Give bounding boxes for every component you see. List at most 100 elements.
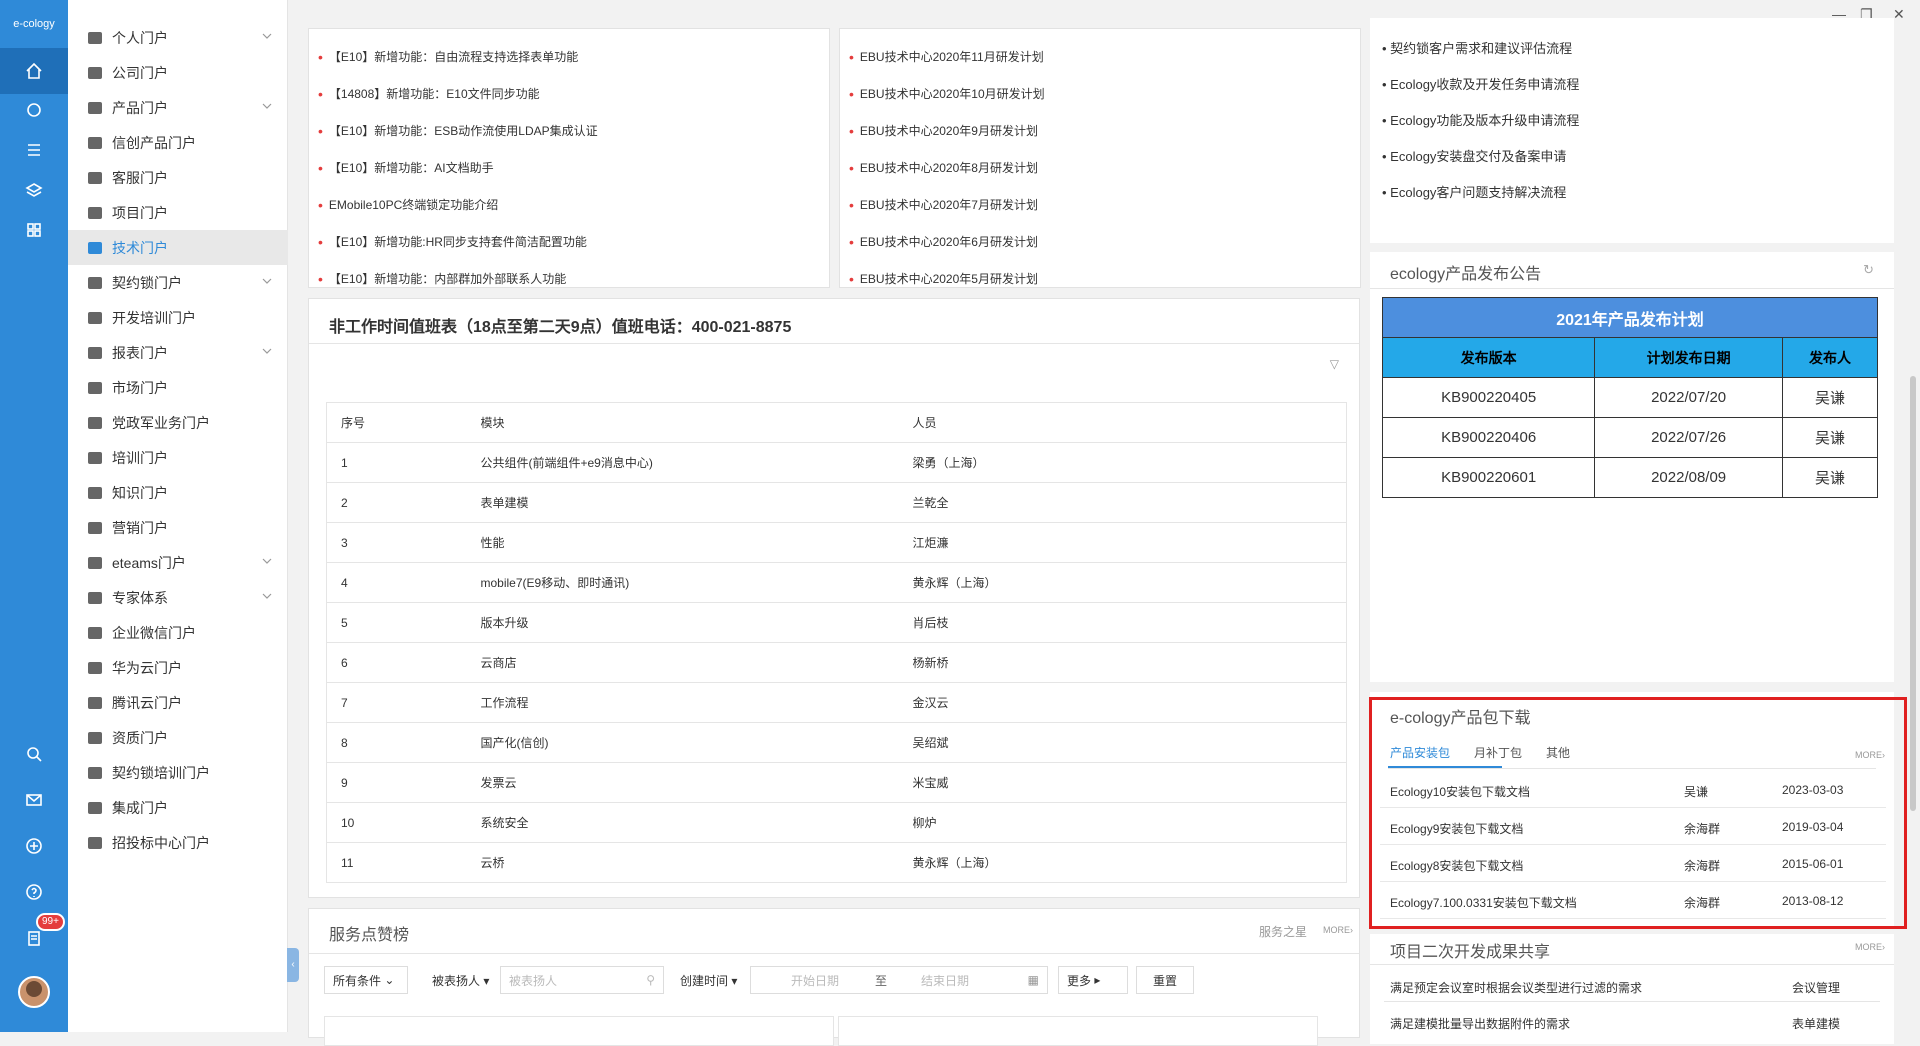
- all-conditions-select[interactable]: 所有条件 ⌄: [324, 966, 408, 994]
- menu-item[interactable]: 党政军业务门户: [68, 405, 288, 440]
- share-more-link[interactable]: MORE›: [1855, 942, 1885, 952]
- menu-item[interactable]: 契约锁门户: [68, 265, 288, 300]
- page-scrollbar[interactable]: [1910, 376, 1916, 811]
- collapse-sidebar-button[interactable]: ‹: [287, 948, 299, 982]
- table-cell: 7: [326, 682, 467, 723]
- menu-item-icon: [88, 836, 102, 849]
- menu-item[interactable]: 培训门户: [68, 440, 288, 475]
- news-item[interactable]: • EBU技术中心2020年8月研发计划: [849, 149, 1309, 186]
- mail-icon[interactable]: [0, 777, 68, 823]
- menu-item[interactable]: 招投标中心门户: [68, 825, 288, 860]
- menu-item[interactable]: 客服门户: [68, 160, 288, 195]
- menu-item[interactable]: 项目门户: [68, 195, 288, 230]
- process-label: Ecology功能及版本升级申请流程: [1390, 113, 1580, 128]
- menu-item[interactable]: 报表门户: [68, 335, 288, 370]
- menu-item[interactable]: 信创产品门户: [68, 125, 288, 160]
- add-icon[interactable]: [0, 823, 68, 869]
- created-time-label: 创建时间 ▾: [680, 974, 738, 988]
- bullet-icon: •: [849, 159, 854, 176]
- menu-item[interactable]: 开发培训门户: [68, 300, 288, 335]
- share-item[interactable]: 满足预定会议室时根据会议类型进行过滤的需求: [1390, 979, 1642, 996]
- menu-item[interactable]: eteams门户: [68, 545, 288, 580]
- table-row: KB900220405 2022/07/20 吴谦: [1381, 377, 1878, 418]
- date-range-input[interactable]: 开始日期 至 结束日期 ▦: [750, 966, 1048, 994]
- share-item-category: 会议管理: [1792, 981, 1841, 995]
- table-row[interactable]: 4 mobile7(E9移动、即时通讯) 黄永辉（上海）: [326, 562, 1347, 603]
- chevron-down-icon[interactable]: [260, 274, 274, 288]
- menu-item[interactable]: 企业微信门户: [68, 615, 288, 650]
- chevron-down-icon[interactable]: [260, 554, 274, 568]
- release-table: 2021年产品发布计划 发布版本 计划发布日期 发布人 KB900220405 2…: [1381, 297, 1878, 498]
- news-item-title: EBU技术中心2020年9月研发计划: [859, 124, 1038, 138]
- menu-item[interactable]: 专家体系: [68, 580, 288, 615]
- table-row: KB900220601 2022/08/09 吴谦: [1381, 457, 1878, 498]
- menu-item[interactable]: 契约锁培训门户: [68, 755, 288, 790]
- refresh-icon[interactable]: ↻: [1863, 262, 1874, 278]
- close-icon[interactable]: ✕: [1893, 6, 1905, 23]
- table-row[interactable]: 10 系统安全 柳炉: [326, 802, 1347, 843]
- chevron-down-icon[interactable]: [260, 29, 274, 43]
- menu-item[interactable]: 资质门户: [68, 720, 288, 755]
- news-item[interactable]: • 【14808】新增功能：E10文件同步功能: [318, 75, 818, 112]
- table-row[interactable]: 11 云桥 黄永辉（上海）: [326, 842, 1347, 883]
- table-row[interactable]: 3 性能 江炬濂: [326, 522, 1347, 563]
- process-link[interactable]: • Ecology安装盘交付及备案申请: [1382, 146, 1566, 165]
- menu-item[interactable]: 公司门户: [68, 55, 288, 90]
- menu-item[interactable]: 市场门户: [68, 370, 288, 405]
- process-link[interactable]: • Ecology功能及版本升级申请流程: [1382, 110, 1579, 129]
- chevron-down-icon[interactable]: [260, 589, 274, 603]
- table-row[interactable]: 1 公共组件(前端组件+e9消息中心) 梁勇（上海）: [326, 442, 1347, 483]
- news-item[interactable]: • 【E10】新增功能：内部群加外部联系人功能: [318, 260, 818, 297]
- news-item[interactable]: • 【E10】新增功能：ESB动作流使用LDAP集成认证: [318, 112, 818, 149]
- news-item[interactable]: • EMobile10PC终端锁定功能介绍: [318, 186, 818, 223]
- menu-item-icon: [88, 731, 102, 744]
- menu-item[interactable]: 华为云门户: [68, 650, 288, 685]
- news-item[interactable]: • EBU技术中心2020年6月研发计划: [849, 223, 1309, 260]
- menu-item[interactable]: 集成门户: [68, 790, 288, 825]
- table-row[interactable]: 2 表单建模 兰乾全: [326, 482, 1347, 523]
- news-item[interactable]: • EBU技术中心2020年10月研发计划: [849, 75, 1309, 112]
- menu-item[interactable]: 营销门户: [68, 510, 288, 545]
- table-cell: KB900220601: [1381, 457, 1596, 498]
- menu-item[interactable]: 技术门户: [68, 230, 288, 265]
- process-link[interactable]: • Ecology客户问题支持解决流程: [1382, 182, 1566, 201]
- praised-person-input[interactable]: 被表扬人 ⚲: [500, 966, 664, 994]
- menu-item[interactable]: 个人门户: [68, 20, 288, 55]
- process-link[interactable]: • 契约锁客户需求和建议评估流程: [1382, 38, 1572, 57]
- news-item[interactable]: • EBU技术中心2020年5月研发计划: [849, 260, 1309, 297]
- news-item[interactable]: • 【E10】新增功能：AI文档助手: [318, 149, 818, 186]
- help-icon[interactable]: [0, 869, 68, 915]
- news-item[interactable]: • EBU技术中心2020年9月研发计划: [849, 112, 1309, 149]
- notification-icon[interactable]: 99+: [0, 913, 68, 961]
- news-item[interactable]: • 【E10】新增功能：自由流程支持选择表单功能: [318, 38, 818, 75]
- menu-item-label: eteams门户: [112, 554, 186, 571]
- chevron-down-icon[interactable]: [260, 344, 274, 358]
- notification-badge: 99+: [36, 913, 65, 931]
- service-star-link[interactable]: 服务之星: [1259, 923, 1307, 940]
- table-cell: 金汉云: [898, 682, 1347, 723]
- search-icon[interactable]: [0, 731, 68, 777]
- table-row[interactable]: 8 国产化(信创) 吴绍斌: [326, 722, 1347, 763]
- more-filters-button[interactable]: 更多 ▸: [1058, 966, 1128, 994]
- apps-grid-icon[interactable]: [0, 207, 68, 253]
- menu-item-label: 招投标中心门户: [112, 834, 210, 851]
- news-item[interactable]: • EBU技术中心2020年7月研发计划: [849, 186, 1309, 223]
- service-more-link[interactable]: MORE›: [1323, 925, 1353, 935]
- praised-person-label: 被表扬人 ▾: [432, 974, 490, 988]
- table-row[interactable]: 9 发票云 米宝威: [326, 762, 1347, 803]
- table-row[interactable]: 6 云商店 杨新桥: [326, 642, 1347, 683]
- menu-item[interactable]: 产品门户: [68, 90, 288, 125]
- menu-item[interactable]: 知识门户: [68, 475, 288, 510]
- table-row[interactable]: 7 工作流程 金汉云: [326, 682, 1347, 723]
- avatar[interactable]: [18, 976, 50, 1008]
- menu-item-label: 培训门户: [112, 449, 168, 466]
- table-row[interactable]: 5 版本升级 肖后枝: [326, 602, 1347, 643]
- reset-button[interactable]: 重置: [1136, 966, 1194, 994]
- chevron-down-icon[interactable]: [260, 99, 274, 113]
- menu-item[interactable]: 腾讯云门户: [68, 685, 288, 720]
- news-item[interactable]: • EBU技术中心2020年11月研发计划: [849, 38, 1309, 75]
- share-item[interactable]: 满足建模批量导出数据附件的需求: [1390, 1015, 1570, 1032]
- filter-icon[interactable]: ▽: [1330, 357, 1339, 371]
- news-item[interactable]: • 【E10】新增功能:HR同步支持套件简洁配置功能: [318, 223, 818, 260]
- process-link[interactable]: • Ecology收款及开发任务申请流程: [1382, 74, 1579, 93]
